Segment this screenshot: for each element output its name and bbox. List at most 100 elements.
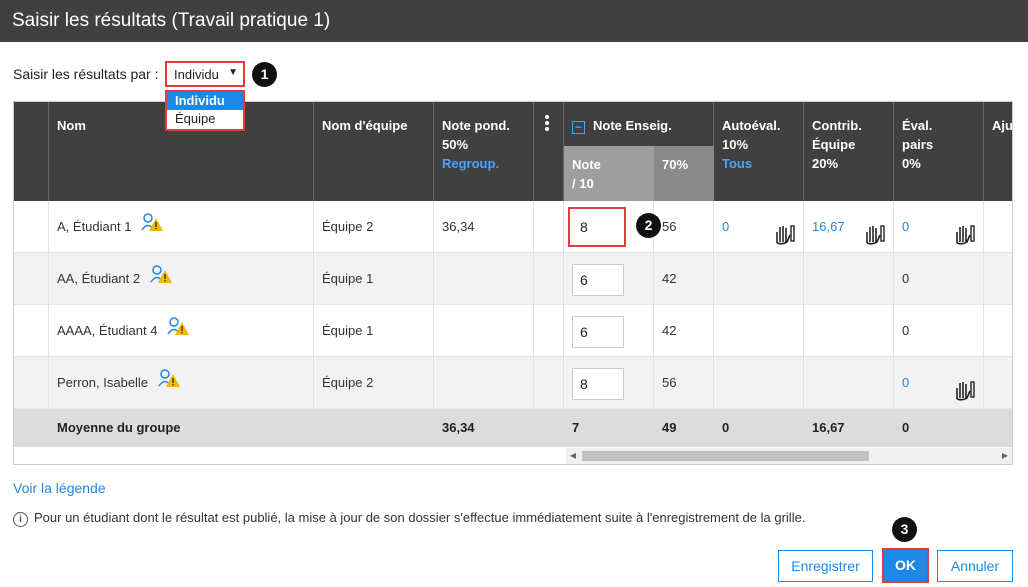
header-equipe[interactable]: Nom d'équipe xyxy=(314,102,434,201)
option-individu[interactable]: Individu xyxy=(167,92,243,110)
header-select-col xyxy=(14,102,49,201)
mode-label: Saisir les résultats par : xyxy=(13,66,159,82)
step-marker-2: 2 xyxy=(636,213,661,238)
student-name: A, Étudiant 1 xyxy=(57,219,132,234)
note-cell: 8 xyxy=(564,357,654,409)
student-warning-icon[interactable] xyxy=(150,254,172,306)
horizontal-scrollbar[interactable]: ◀ ▶ xyxy=(566,448,1012,464)
header-contrib-label-2: Équipe xyxy=(812,137,856,152)
header-note-pond-label: Note pond. xyxy=(442,118,510,133)
pairs-value: 0 xyxy=(902,375,910,390)
student-name-cell: AA, Étudiant 2 xyxy=(49,253,314,305)
legend-link[interactable]: Voir la légende xyxy=(13,480,106,496)
weighted-cell xyxy=(434,305,534,357)
row-select-cell[interactable] xyxy=(14,201,49,253)
collapse-icon[interactable]: − xyxy=(572,121,585,134)
mode-select[interactable]: Individu ▼ xyxy=(165,61,245,87)
autoeval-cell xyxy=(714,253,804,305)
spacer-cell xyxy=(534,305,564,357)
weighted-cell xyxy=(434,357,534,409)
weighted-cell: 36,34 xyxy=(434,201,534,253)
scroll-right-icon[interactable]: ▶ xyxy=(998,448,1012,464)
student-warning-icon[interactable] xyxy=(141,202,164,254)
autoeval-cell xyxy=(714,305,804,357)
regroup-link[interactable]: Regroup. xyxy=(442,154,525,173)
average-contrib: 16,67 xyxy=(812,420,845,435)
note-input[interactable]: 6 xyxy=(572,316,624,348)
spacer-cell xyxy=(534,357,564,409)
contrib-cell[interactable]: 16,67 xyxy=(804,201,894,253)
dialog-title: Saisir les résultats (Travail pratique 1… xyxy=(0,0,1028,42)
header-note-pond: Note pond. 50% Regroup. xyxy=(434,102,534,201)
contrib-cell xyxy=(804,305,894,357)
student-name-cell: Perron, Isabelle xyxy=(49,357,314,409)
scroll-thumb[interactable] xyxy=(582,451,869,461)
results-grid: Nom Nom d'équipe Note pond. 50% Regroup.… xyxy=(13,101,1013,465)
pairs-cell: 0 xyxy=(894,305,984,357)
column-menu-button[interactable] xyxy=(534,102,564,201)
contrib-cell xyxy=(804,357,894,409)
option-equipe[interactable]: Équipe xyxy=(167,110,243,128)
average-pairs: 0 xyxy=(902,420,910,435)
average-pond: 36,34 xyxy=(442,420,475,435)
header-autoeval-label: Autoéval. xyxy=(722,118,781,133)
ok-button[interactable]: OK xyxy=(882,548,929,583)
average-row: Moyenne du groupe 36,34 7 49 0 16,67 0 xyxy=(14,409,1012,447)
grid-header: Nom Nom d'équipe Note pond. 50% Regroup.… xyxy=(14,102,1012,201)
autoeval-value: 0 xyxy=(722,219,730,234)
row-select-cell[interactable] xyxy=(14,305,49,357)
autoeval-cell xyxy=(714,357,804,409)
student-name: AAAA, Étudiant 4 xyxy=(57,323,158,338)
student-name: Perron, Isabelle xyxy=(57,375,149,390)
header-contrib: Contrib. Équipe 20% xyxy=(804,102,894,201)
student-warning-icon[interactable] xyxy=(167,306,190,358)
header-note-pond-pct: 50% xyxy=(442,137,469,152)
note-input[interactable]: 8 xyxy=(572,368,624,400)
table-row: Perron, Isabelle Équipe 2 8 56 0 xyxy=(14,357,1012,409)
row-select-cell[interactable] xyxy=(14,253,49,305)
table-row: AA, Étudiant 2 Équipe 1 6 42 0 xyxy=(14,253,1012,305)
note-input[interactable]: 8 xyxy=(568,207,626,247)
header-eval-pairs-label-2: pairs xyxy=(902,137,934,152)
subheader-note-scale: / 10 xyxy=(572,176,594,191)
cancel-button[interactable]: Annuler xyxy=(937,550,1013,582)
spacer-cell xyxy=(534,201,564,253)
scroll-left-icon[interactable]: ◀ xyxy=(566,448,580,464)
student-warning-icon[interactable] xyxy=(158,358,180,410)
team-cell: Équipe 2 xyxy=(314,357,434,409)
average-auto: 0 xyxy=(722,420,730,435)
info-text: Pour un étudiant dont le résultat est pu… xyxy=(34,510,806,525)
pairs-cell[interactable]: 0 xyxy=(894,357,984,409)
pct-cell: 56 xyxy=(654,201,714,253)
subheader-note: Note / 10 xyxy=(564,146,654,201)
save-button[interactable]: Enregistrer xyxy=(778,550,873,582)
note-cell: 6 xyxy=(564,305,654,357)
mode-select-value: Individu xyxy=(174,67,219,82)
info-icon: i xyxy=(13,512,28,527)
info-message: i Pour un étudiant dont le résultat est p… xyxy=(13,510,805,527)
header-eval-pairs-pct: 0% xyxy=(902,156,921,171)
table-row: AAAA, Étudiant 4 Équipe 1 6 42 0 xyxy=(14,305,1012,358)
header-contrib-pct: 20% xyxy=(812,156,839,171)
header-eval-pairs-label: Éval. xyxy=(902,118,933,133)
header-autoeval-pct: 10% xyxy=(722,137,749,152)
student-name-cell: A, Étudiant 1 xyxy=(49,201,314,253)
contrib-value: 16,67 xyxy=(812,219,845,234)
row-select-cell[interactable] xyxy=(14,357,49,409)
autoeval-cell[interactable]: 0 xyxy=(714,201,804,253)
vertical-dots-icon xyxy=(545,115,549,131)
pairs-cell[interactable]: 0 xyxy=(894,201,984,253)
tous-link[interactable]: Tous xyxy=(722,154,795,173)
step-marker-3: 3 xyxy=(892,517,917,542)
note-cell: 6 xyxy=(564,253,654,305)
table-row: A, Étudiant 1 Équipe 2 36,34 8 56 0 16,6… xyxy=(14,201,1012,253)
header-eval-pairs: Éval. pairs 0% xyxy=(894,102,984,201)
pct-cell: 56 xyxy=(654,357,714,409)
note-input[interactable]: 6 xyxy=(572,264,624,296)
weighted-cell xyxy=(434,253,534,305)
pct-cell: 42 xyxy=(654,305,714,357)
header-note-enseig-label: Note Enseig. xyxy=(593,118,672,133)
chevron-down-icon: ▼ xyxy=(228,67,238,78)
mode-dropdown: Individu Équipe xyxy=(165,90,245,131)
team-cell: Équipe 1 xyxy=(314,253,434,305)
